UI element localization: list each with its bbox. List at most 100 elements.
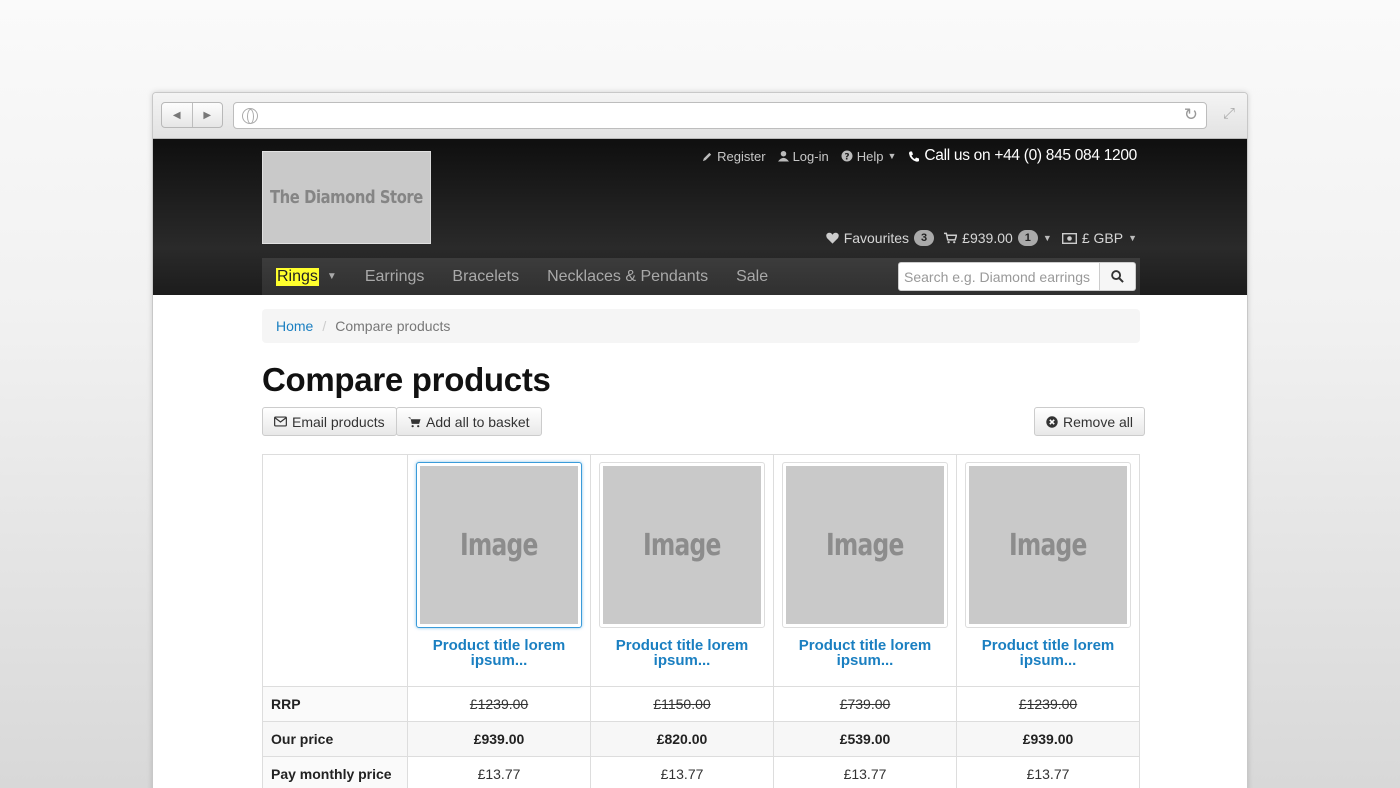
question-circle-icon: ? [841, 150, 853, 162]
rrp-value: £1150.00 [590, 686, 774, 722]
product-thumbnail[interactable]: Image [965, 462, 1131, 628]
remove-all-label: Remove all [1063, 413, 1134, 430]
basket-link[interactable]: £939.00 1 ▼ [944, 230, 1052, 246]
row-label-rrp: RRP [262, 686, 408, 722]
nav-item-earrings[interactable]: Earrings [351, 268, 439, 286]
search-form [898, 262, 1136, 291]
history-buttons: ◀ ▶ [161, 102, 223, 128]
breadcrumb-separator: / [322, 318, 327, 334]
site-logo[interactable]: The Diamond Store [262, 151, 431, 244]
heart-icon [825, 232, 839, 244]
help-label: Help [856, 148, 884, 164]
image-placeholder-label: Image [1009, 527, 1087, 563]
row-label-monthly-price: Pay monthly price [262, 756, 408, 788]
product-title-link[interactable]: Product title lorem ipsum... [415, 638, 583, 668]
nav-item-necklaces[interactable]: Necklaces & Pendants [533, 268, 722, 286]
forward-icon[interactable]: ▶ [193, 103, 223, 127]
currency-label: £ GBP [1081, 230, 1124, 246]
image-placeholder: Image [420, 466, 578, 624]
remove-all-button[interactable]: Remove all [1034, 407, 1146, 436]
site-header: The Diamond Store Register Log-in ? Help… [153, 139, 1247, 295]
breadcrumb-current: Compare products [335, 318, 451, 334]
row-label-our-price: Our price [262, 721, 408, 757]
chevron-down-icon: ▼ [1128, 233, 1137, 243]
register-link[interactable]: Register [702, 148, 766, 164]
nav-item-label: Rings [276, 267, 319, 286]
product-title-link[interactable]: Product title lorem ipsum... [781, 638, 949, 668]
product-row: Image Product title lorem ipsum... Image… [262, 454, 1140, 687]
our-price-value: £939.00 [407, 721, 591, 757]
image-placeholder: Image [603, 466, 761, 624]
rrp-price: £1239.00 [469, 696, 529, 712]
basket-count-badge: 1 [1017, 230, 1038, 246]
remove-circle-icon [1046, 415, 1058, 428]
monthly-price-value: £13.77 [590, 756, 774, 788]
breadcrumb: Home / Compare products [262, 309, 1140, 343]
rrp-price: £739.00 [839, 696, 891, 712]
product-title-link[interactable]: Product title lorem ipsum... [964, 638, 1132, 668]
cart-icon [944, 232, 958, 244]
image-placeholder: Image [969, 466, 1127, 624]
monthly-price-value: £13.77 [773, 756, 957, 788]
login-link[interactable]: Log-in [777, 148, 829, 164]
product-cell: Image Product title lorem ipsum... [407, 454, 591, 687]
rrp-price: £1150.00 [653, 696, 711, 712]
search-button[interactable] [1100, 262, 1136, 291]
breadcrumb-home-link[interactable]: Home [276, 318, 313, 334]
product-cell: Image Product title lorem ipsum... [590, 454, 774, 687]
rrp-value: £1239.00 [956, 686, 1140, 722]
image-placeholder: Image [786, 466, 944, 624]
product-thumbnail[interactable]: Image [599, 462, 765, 628]
add-all-to-basket-label: Add all to basket [426, 413, 530, 430]
add-all-to-basket-button[interactable]: Add all to basket [396, 407, 542, 436]
fullscreen-icon[interactable]: ⤢ [1223, 105, 1235, 122]
product-thumbnail[interactable]: Image [782, 462, 948, 628]
empty-header-cell [262, 454, 408, 687]
our-price-value: £939.00 [956, 721, 1140, 757]
nav-item-bracelets[interactable]: Bracelets [438, 268, 533, 286]
nav-item-sale[interactable]: Sale [722, 268, 782, 286]
monthly-price-value: £13.77 [407, 756, 591, 788]
address-bar[interactable]: ↻ [233, 102, 1207, 129]
rrp-value: £739.00 [773, 686, 957, 722]
product-title-link[interactable]: Product title lorem ipsum... [598, 638, 766, 668]
currency-selector[interactable]: £ GBP ▼ [1061, 230, 1137, 246]
image-placeholder-label: Image [643, 527, 721, 563]
main-nav: Rings ▼ Earrings Bracelets Necklaces & P… [262, 258, 1140, 295]
phone-number: Call us on +44 (0) 845 084 1200 [908, 147, 1137, 165]
rrp-price: £1239.00 [1018, 696, 1078, 712]
login-label: Log-in [792, 148, 829, 164]
chevron-down-icon: ▼ [1042, 233, 1052, 243]
cart-icon [408, 416, 421, 427]
favourites-link[interactable]: Favourites 3 [825, 230, 935, 246]
phone-icon [909, 151, 920, 162]
page-title: Compare products [262, 361, 551, 398]
search-input[interactable] [898, 262, 1100, 291]
register-label: Register [717, 148, 766, 164]
compare-table: Image Product title lorem ipsum... Image… [262, 454, 1140, 788]
basket-total: £939.00 [962, 230, 1013, 246]
back-icon[interactable]: ◀ [162, 103, 193, 127]
chevron-down-icon: ▼ [887, 151, 897, 161]
globe-icon [242, 108, 258, 124]
chevron-down-icon: ▼ [326, 271, 337, 282]
rrp-row: RRP £1239.00 £1150.00 £739.00 £1239.00 [262, 686, 1140, 722]
email-products-label: Email products [292, 413, 385, 430]
reload-icon[interactable]: ↻ [1184, 105, 1198, 125]
image-placeholder-label: Image [826, 527, 904, 563]
our-price-value: £539.00 [773, 721, 957, 757]
nav-item-rings[interactable]: Rings ▼ [262, 267, 351, 286]
svg-text:?: ? [844, 153, 849, 163]
email-products-button[interactable]: Email products [262, 407, 397, 436]
money-icon [1061, 232, 1077, 244]
our-price-value: £820.00 [590, 721, 774, 757]
help-link[interactable]: ? Help ▼ [841, 148, 897, 164]
image-placeholder-label: Image [460, 527, 538, 563]
product-cell: Image Product title lorem ipsum... [773, 454, 957, 687]
search-icon [1111, 270, 1124, 283]
product-thumbnail[interactable]: Image [416, 462, 582, 628]
monthly-price-value: £13.77 [956, 756, 1140, 788]
envelope-icon [274, 416, 287, 427]
rrp-value: £1239.00 [407, 686, 591, 722]
phone-label: Call us on +44 (0) 845 084 1200 [924, 147, 1137, 164]
